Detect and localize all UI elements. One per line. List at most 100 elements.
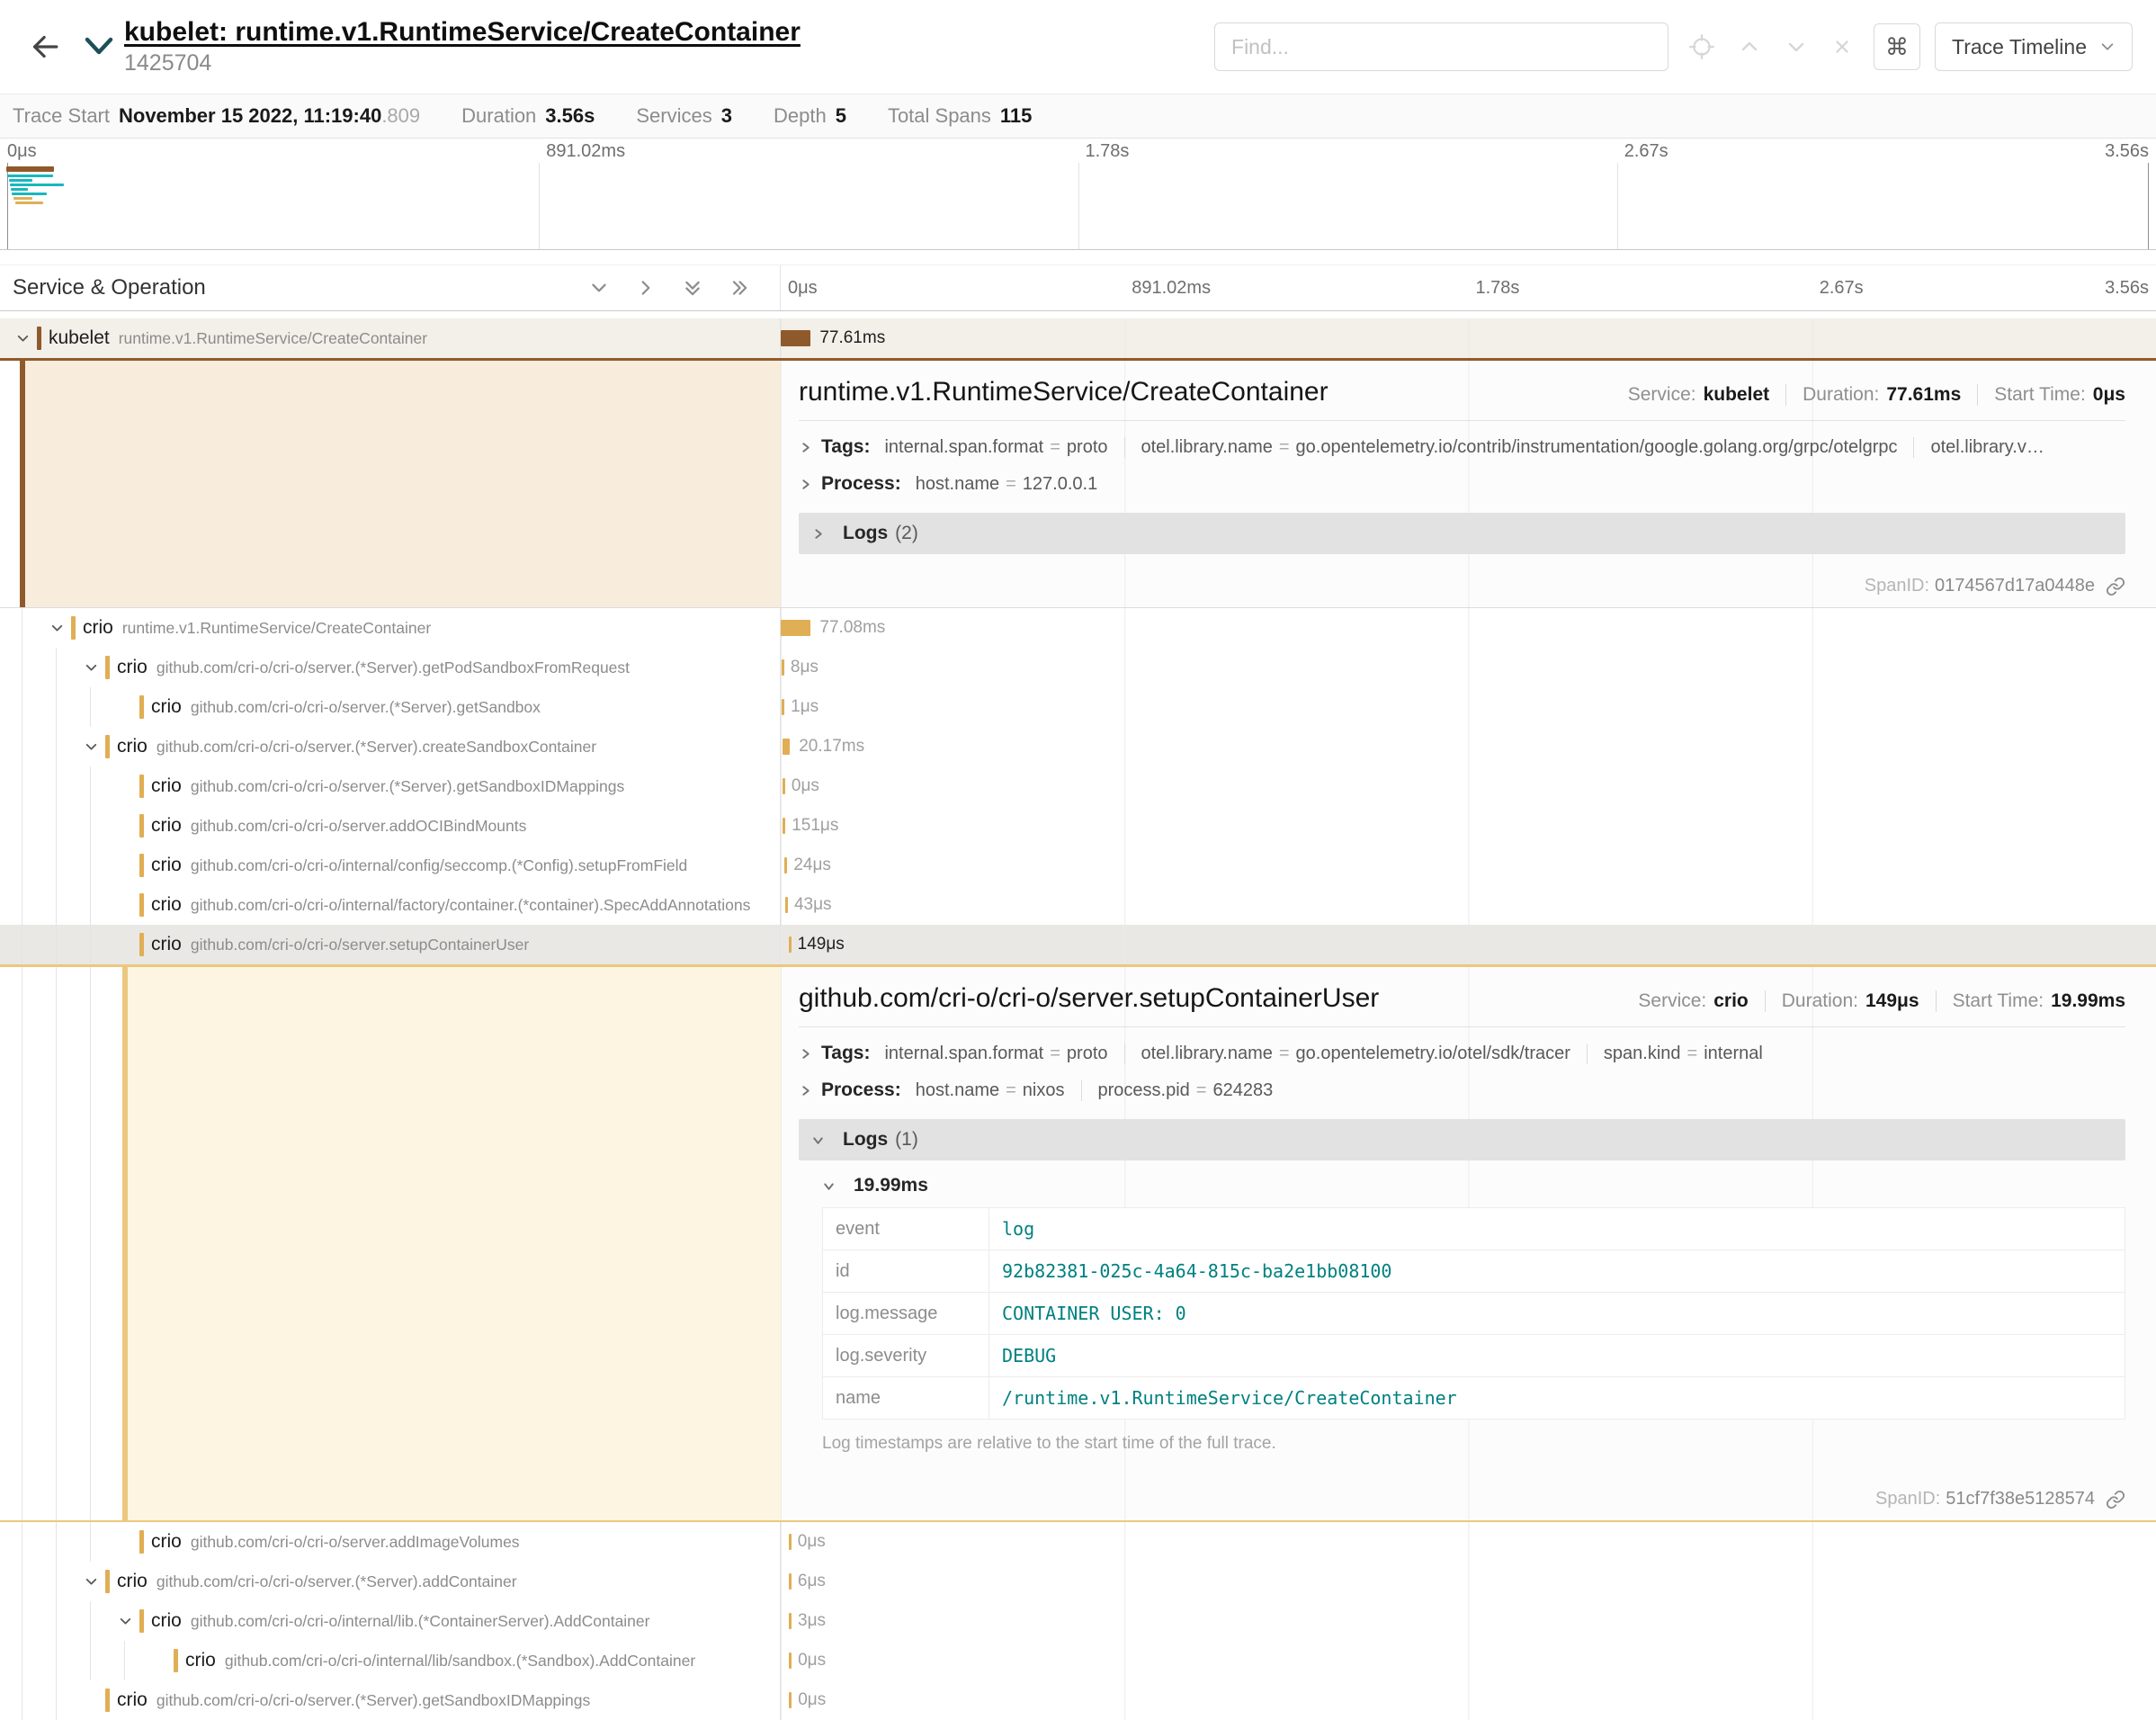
span-duration-bar[interactable]	[782, 699, 784, 715]
span-row[interactable]: criogithub.com/cri-o/cri-o/internal/lib/…	[0, 1641, 2156, 1680]
span-duration-bar[interactable]	[782, 659, 784, 676]
expand-all-icon[interactable]	[729, 278, 749, 298]
span-timeline-cell[interactable]: 0μs	[781, 766, 2156, 806]
trace-view-selector[interactable]: Trace Timeline	[1935, 22, 2133, 71]
next-match-icon[interactable]	[1784, 34, 1809, 59]
span-duration-bar[interactable]	[781, 330, 810, 346]
minimap-right-scrubber[interactable]	[2148, 163, 2149, 249]
span-name-cell[interactable]: criogithub.com/cri-o/cri-o/internal/conf…	[0, 846, 781, 885]
timeline-minimap[interactable]: 0μs891.02ms1.78s2.67s3.56s	[0, 139, 2156, 250]
span-duration-bar[interactable]	[784, 857, 787, 873]
span-row[interactable]: criogithub.com/cri-o/cri-o/server.addIma…	[0, 1522, 2156, 1562]
span-duration-bar[interactable]	[789, 1653, 792, 1669]
span-duration-bar[interactable]	[783, 739, 791, 755]
collapse-one-icon[interactable]	[589, 278, 609, 298]
find-input[interactable]	[1214, 22, 1668, 71]
chevron-down-icon	[2099, 39, 2116, 55]
process-toggle-row[interactable]: Process: host.name=nixosprocess.pid=6242…	[799, 1079, 2125, 1101]
span-name-cell[interactable]: criogithub.com/cri-o/cri-o/server.(*Serv…	[0, 1680, 781, 1720]
locate-icon[interactable]	[1688, 33, 1715, 60]
span-name-cell[interactable]: criogithub.com/cri-o/cri-o/server.addOCI…	[0, 806, 781, 846]
span-row[interactable]: criogithub.com/cri-o/cri-o/internal/conf…	[0, 846, 2156, 885]
span-row[interactable]: criogithub.com/cri-o/cri-o/server.(*Serv…	[0, 1680, 2156, 1720]
span-row[interactable]: crioruntime.v1.RuntimeService/CreateCont…	[0, 608, 2156, 648]
trace-collapse-chevron[interactable]	[83, 35, 115, 58]
span-timeline-cell[interactable]: 20.17ms	[781, 727, 2156, 766]
span-name-cell[interactable]: criogithub.com/cri-o/cri-o/server.(*Serv…	[0, 648, 781, 687]
span-name-cell[interactable]: criogithub.com/cri-o/cri-o/server.(*Serv…	[0, 766, 781, 806]
process-toggle-row[interactable]: Process: host.name=127.0.0.1	[799, 473, 2125, 495]
span-timeline-cell[interactable]: 6μs	[781, 1562, 2156, 1601]
span-row[interactable]: criogithub.com/cri-o/cri-o/server.(*Serv…	[0, 766, 2156, 806]
span-timeline-cell[interactable]: 1μs	[781, 687, 2156, 727]
deep-link-icon[interactable]	[2106, 577, 2125, 596]
span-timeline-cell[interactable]: 0μs	[781, 1522, 2156, 1562]
span-timeline-cell[interactable]: 77.08ms	[781, 608, 2156, 648]
span-duration-bar[interactable]	[789, 1613, 792, 1629]
span-name-cell[interactable]: criogithub.com/cri-o/cri-o/server.(*Serv…	[0, 727, 781, 766]
span-duration-bar[interactable]	[789, 936, 792, 953]
minimap-canvas[interactable]	[0, 163, 2156, 249]
span-row[interactable]: criogithub.com/cri-o/cri-o/server.(*Serv…	[0, 687, 2156, 727]
span-row[interactable]: kubeletruntime.v1.RuntimeService/CreateC…	[0, 318, 2156, 358]
span-name-cell[interactable]: criogithub.com/cri-o/cri-o/server.setupC…	[0, 925, 781, 964]
span-name-cell[interactable]: criogithub.com/cri-o/cri-o/server.(*Serv…	[0, 1562, 781, 1601]
tags-toggle-row[interactable]: Tags: internal.span.format=protootel.lib…	[799, 436, 2125, 458]
expander-chevron-icon[interactable]	[10, 331, 35, 346]
span-timeline-cell[interactable]: 24μs	[781, 846, 2156, 885]
span-name-cell[interactable]: criogithub.com/cri-o/cri-o/server.addIma…	[0, 1522, 781, 1562]
span-duration-bar[interactable]	[785, 897, 788, 913]
span-timeline-cell[interactable]: 151μs	[781, 806, 2156, 846]
span-timeline-cell[interactable]: 43μs	[781, 885, 2156, 925]
expander-chevron-icon[interactable]	[44, 621, 69, 636]
expander-chevron-icon[interactable]	[78, 1574, 103, 1590]
span-row[interactable]: criogithub.com/cri-o/cri-o/server.(*Serv…	[0, 648, 2156, 687]
clear-search-icon[interactable]	[1830, 35, 1854, 58]
keyboard-shortcuts-button[interactable]: ⌘	[1874, 23, 1920, 70]
minimap-span	[6, 166, 54, 172]
span-name-cell[interactable]: criogithub.com/cri-o/cri-o/internal/lib/…	[0, 1641, 781, 1680]
span-name-cell[interactable]: kubeletruntime.v1.RuntimeService/CreateC…	[0, 318, 781, 358]
span-duration-bar[interactable]	[781, 620, 810, 636]
span-timeline-cell[interactable]: 0μs	[781, 1641, 2156, 1680]
trace-title-link[interactable]: kubelet: runtime.v1.RuntimeService/Creat…	[124, 17, 801, 49]
span-duration-bar[interactable]	[789, 1534, 792, 1550]
tick-label: 0μs	[7, 141, 37, 162]
span-row[interactable]: criogithub.com/cri-o/cri-o/server.(*Serv…	[0, 1562, 2156, 1601]
span-row[interactable]: criogithub.com/cri-o/cri-o/server.(*Serv…	[0, 727, 2156, 766]
expander-chevron-icon[interactable]	[112, 1614, 138, 1629]
span-timeline-cell[interactable]: 3μs	[781, 1601, 2156, 1641]
collapse-all-icon[interactable]	[683, 278, 702, 298]
back-button[interactable]	[18, 22, 67, 71]
span-row[interactable]: criogithub.com/cri-o/cri-o/server.setupC…	[0, 925, 2156, 964]
span-name-cell[interactable]: crioruntime.v1.RuntimeService/CreateCont…	[0, 608, 781, 648]
expander-chevron-icon[interactable]	[78, 739, 103, 755]
span-timeline-cell[interactable]: 149μs	[781, 925, 2156, 964]
logs-toggle-row[interactable]: Logs (2)	[799, 513, 2125, 554]
span-rows: kubeletruntime.v1.RuntimeService/CreateC…	[0, 311, 2156, 1720]
operation-name: github.com/cri-o/cri-o/server.addOCIBind…	[191, 817, 526, 836]
log-timestamp-toggle[interactable]: 19.99ms	[822, 1175, 2125, 1196]
span-timeline-cell[interactable]: 0μs	[781, 1680, 2156, 1720]
log-field-value: log	[989, 1208, 2125, 1250]
expand-one-icon[interactable]	[636, 278, 656, 298]
prev-match-icon[interactable]	[1737, 34, 1762, 59]
span-row[interactable]: criogithub.com/cri-o/cri-o/internal/lib.…	[0, 1601, 2156, 1641]
span-row[interactable]: criogithub.com/cri-o/cri-o/server.addOCI…	[0, 806, 2156, 846]
span-duration-bar[interactable]	[789, 1692, 792, 1708]
span-duration-bar[interactable]	[783, 818, 785, 834]
span-row[interactable]: criogithub.com/cri-o/cri-o/internal/fact…	[0, 885, 2156, 925]
span-timeline-cell[interactable]: 77.61ms	[781, 318, 2156, 358]
span-duration-bar[interactable]	[789, 1573, 792, 1590]
tags-toggle-row[interactable]: Tags: internal.span.format=protootel.lib…	[799, 1043, 2125, 1064]
logs-toggle-row[interactable]: Logs (1)	[799, 1119, 2125, 1160]
log-field-row: log.messageCONTAINER USER: 0	[823, 1293, 2125, 1335]
span-name-cell[interactable]: criogithub.com/cri-o/cri-o/internal/lib.…	[0, 1601, 781, 1641]
span-name-cell[interactable]: criogithub.com/cri-o/cri-o/internal/fact…	[0, 885, 781, 925]
span-duration-bar[interactable]	[783, 778, 785, 794]
deep-link-icon[interactable]	[2106, 1490, 2125, 1509]
expander-chevron-icon[interactable]	[78, 660, 103, 676]
span-timeline-cell[interactable]: 8μs	[781, 648, 2156, 687]
span-name-cell[interactable]: criogithub.com/cri-o/cri-o/server.(*Serv…	[0, 687, 781, 727]
tags-label: Tags:	[821, 1043, 870, 1064]
